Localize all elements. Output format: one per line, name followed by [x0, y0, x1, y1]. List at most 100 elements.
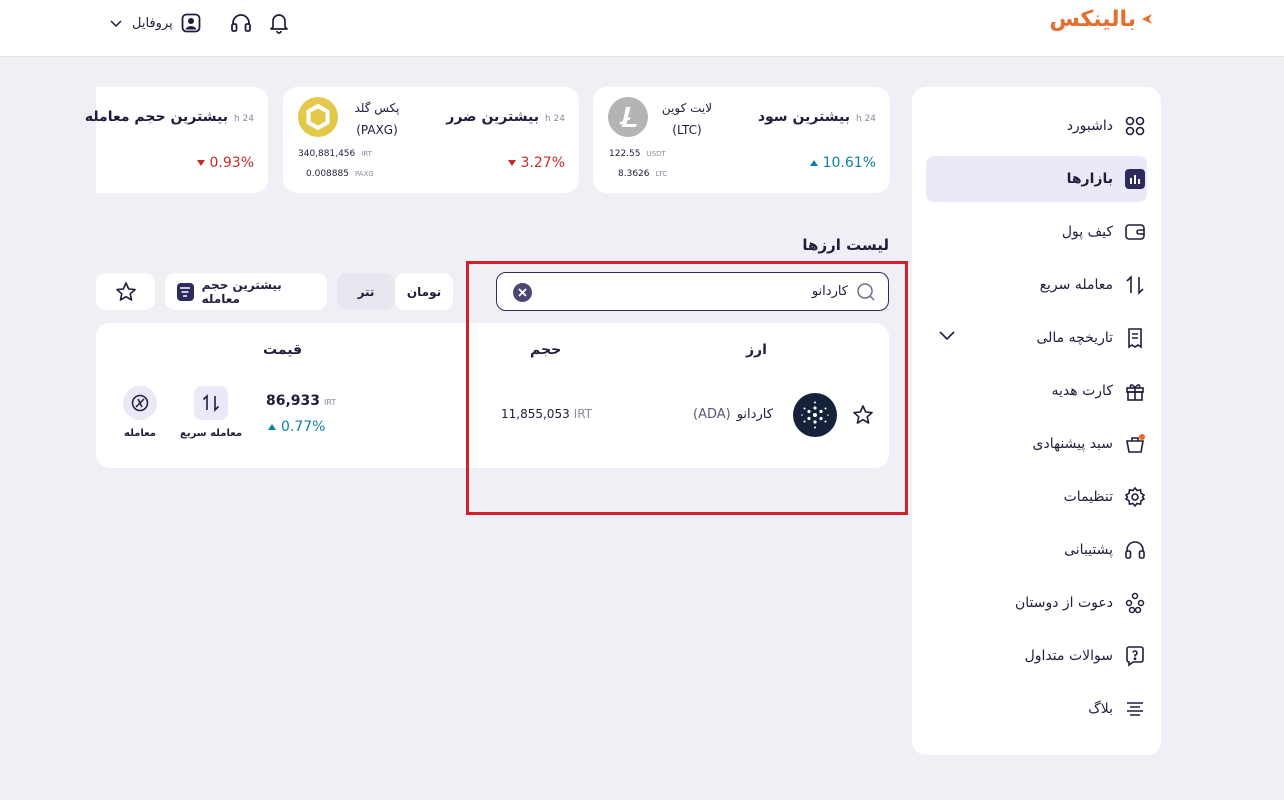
bell-icon: [269, 12, 289, 34]
headset-icon: [230, 12, 252, 34]
top-actions: پروفایل: [108, 10, 291, 36]
percent-change: 0.93%: [197, 155, 254, 171]
gear-icon: [1123, 485, 1147, 509]
column-header-price: قیمت: [263, 342, 302, 358]
logo-mark-icon: [1140, 12, 1154, 26]
sidebar-item-label: تنظیمات: [1064, 489, 1113, 505]
sidebar-item-financial-history[interactable]: تاریخچه مالی: [926, 315, 1147, 361]
sidebar-item-suggested-basket[interactable]: سبد پیشنهادی: [926, 421, 1147, 467]
card-title: 24 h بیشترین ضرر: [446, 109, 565, 125]
card-title-text: بیشترین ضرر: [446, 109, 539, 125]
sidebar: داشبورد بازارها کیف پول معامله سریع تاری…: [912, 87, 1161, 755]
top-volume-card[interactable]: 24 h بیشترین حجم معامله 0.93%: [96, 87, 268, 193]
sort-label: بیشترین حجم معامله: [202, 278, 315, 306]
trade-button[interactable]: معامله: [123, 386, 157, 439]
sidebar-item-dashboard[interactable]: داشبورد: [926, 103, 1147, 149]
sidebar-item-faq[interactable]: سوالات متداول: [926, 633, 1147, 679]
coin-name: لایت کوین (LTC): [647, 97, 727, 141]
markets-icon: [1123, 167, 1147, 191]
price-unit: IRT: [324, 398, 336, 407]
market-list-title: لیست ارزها: [802, 236, 889, 254]
coin-name-text: لایت کوین: [647, 97, 727, 119]
percent-value: 0.93%: [210, 155, 254, 171]
invite-icon: [1123, 591, 1147, 615]
favorites-button[interactable]: [96, 273, 155, 310]
quick-trade-button[interactable]: معامله سریع: [180, 386, 242, 439]
period-label: 24 h: [545, 114, 565, 124]
coin-symbol: (LTC): [647, 119, 727, 141]
card-title: 24 h بیشترین حجم معامله: [85, 109, 254, 125]
coin-stat-amount: 0.008885 PAXG: [306, 169, 374, 179]
trade-label: معامله: [124, 428, 156, 439]
chevron-down-icon: [108, 15, 124, 31]
arrow-down-icon: [197, 160, 205, 166]
sidebar-item-label: معامله سریع: [1040, 277, 1113, 293]
percent-value: 3.27%: [521, 155, 565, 171]
logo[interactable]: بالینکس: [1049, 4, 1154, 34]
sidebar-item-wallet[interactable]: کیف پول: [926, 209, 1147, 255]
sidebar-item-label: سوالات متداول: [1025, 648, 1113, 664]
stat-value: 0.008885: [306, 169, 349, 179]
coin-symbol: (PAXG): [337, 119, 417, 141]
stat-value: 8.3626: [618, 169, 650, 179]
arrow-up-icon: [810, 160, 818, 166]
top-gainer-card[interactable]: 24 h بیشترین سود 10.61% لایت کوین (LTC) …: [593, 87, 890, 193]
coin-stat-price: 340,881,456 IRT: [298, 149, 372, 159]
gift-icon: [1123, 379, 1147, 403]
change-value: 0.77%: [281, 419, 325, 435]
percent-value: 10.61%: [823, 155, 876, 171]
top-bar: بالینکس پروفایل: [0, 0, 1284, 57]
swap-icon: [194, 386, 228, 420]
dashboard-icon: [1123, 114, 1147, 138]
coin-stat-amount: 8.3626 LTC: [618, 169, 667, 179]
sidebar-item-support[interactable]: پشتیبانی: [926, 527, 1147, 573]
chevron-down-icon: [938, 329, 956, 341]
user-icon: [181, 13, 201, 33]
card-title-text: بیشترین سود: [758, 109, 850, 125]
wallet-icon: [1123, 220, 1147, 244]
trade-icon: [123, 386, 157, 420]
stat-unit: LTC: [656, 170, 668, 178]
receipt-icon: [1123, 326, 1147, 350]
sidebar-item-label: کارت هدیه: [1052, 383, 1113, 399]
tab-label: تتر: [358, 285, 375, 299]
notifications-button[interactable]: [267, 11, 291, 35]
price-value: 86,933: [266, 393, 320, 409]
price-cell: 86,933 IRT: [266, 393, 336, 409]
profile-menu[interactable]: پروفایل: [108, 13, 201, 33]
pax-gold-logo-icon: [298, 97, 338, 137]
sidebar-item-markets[interactable]: بازارها: [926, 156, 1147, 202]
basket-icon: [1123, 432, 1147, 456]
arrow-down-icon: [508, 160, 516, 166]
sidebar-item-blog[interactable]: بلاگ: [926, 686, 1147, 732]
sidebar-item-label: سبد پیشنهادی: [1033, 436, 1114, 452]
support-button[interactable]: [229, 11, 253, 35]
card-title: 24 h بیشترین سود: [758, 109, 876, 125]
sidebar-item-gift-card[interactable]: کارت هدیه: [926, 368, 1147, 414]
arrow-up-icon: [268, 424, 276, 430]
sidebar-item-label: بازارها: [1067, 171, 1113, 187]
tab-label: تومان: [407, 285, 441, 299]
sidebar-item-label: داشبورد: [1067, 118, 1113, 134]
profile-label: پروفایل: [132, 16, 173, 31]
sort-icon: [177, 283, 194, 301]
filter-bar: بیشترین حجم معامله تتر تومان: [96, 273, 453, 310]
sidebar-item-invite-friends[interactable]: دعوت از دوستان: [926, 580, 1147, 626]
sidebar-item-label: بلاگ: [1088, 701, 1113, 717]
swap-icon: [1123, 273, 1147, 297]
sidebar-item-quick-trade[interactable]: معامله سریع: [926, 262, 1147, 308]
stat-unit: IRT: [361, 150, 372, 158]
sidebar-item-settings[interactable]: تنظیمات: [926, 474, 1147, 520]
coin-name: پکس گلد (PAXG): [337, 97, 417, 141]
stat-unit: PAXG: [355, 170, 374, 178]
coin-name-text: پکس گلد: [337, 97, 417, 119]
top-loser-card[interactable]: 24 h بیشترین ضرر 3.27% پکس گلد (PAXG) 34…: [283, 87, 579, 193]
sort-dropdown[interactable]: بیشترین حجم معامله: [165, 273, 327, 310]
menu-lines-icon: [1123, 697, 1147, 721]
price-change: 0.77%: [268, 419, 325, 435]
tab-tether[interactable]: تتر: [337, 273, 395, 310]
tab-toman[interactable]: تومان: [395, 273, 453, 310]
star-icon: [115, 281, 137, 303]
percent-change: 3.27%: [508, 155, 565, 171]
logo-text: بالینکس: [1049, 7, 1136, 32]
